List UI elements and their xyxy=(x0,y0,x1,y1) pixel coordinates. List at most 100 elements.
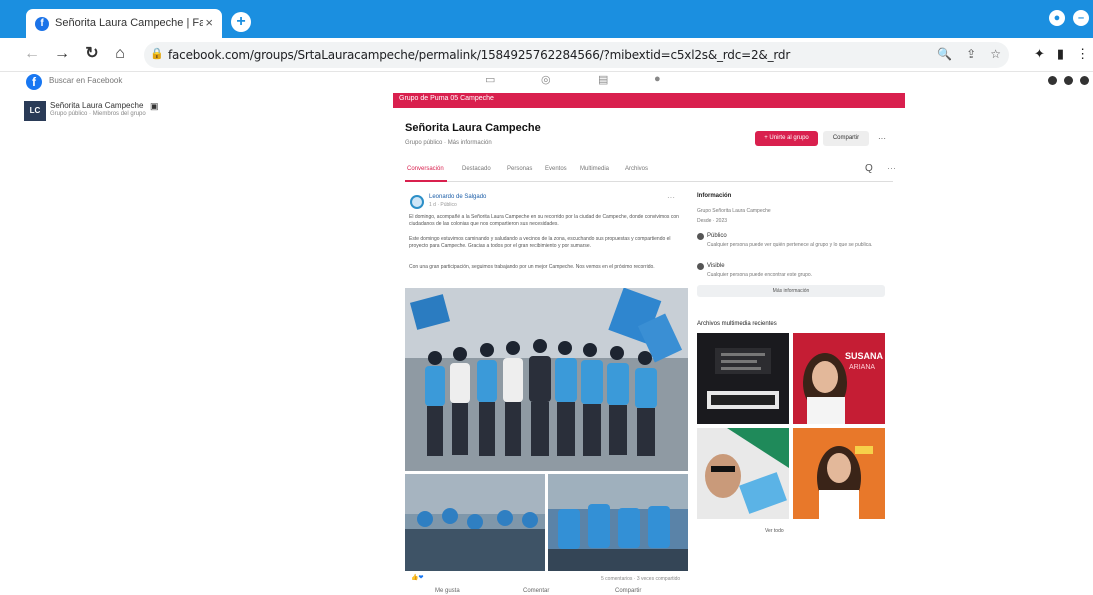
minimize-icon[interactable]: – xyxy=(1073,10,1089,26)
recent-media-title: Archivos multimedia recientes xyxy=(697,321,777,327)
media-thumb-1[interactable] xyxy=(697,333,789,424)
group-main: Grupo de Puma 05 Campeche Señorita Laura… xyxy=(393,90,905,595)
post-photo-main[interactable] xyxy=(405,288,688,471)
facebook-favicon-icon: f xyxy=(35,17,49,31)
facebook-header: f Buscar en Facebook ▭ ◎ ▤ ● xyxy=(0,72,1093,92)
apps-menu-icon[interactable] xyxy=(1048,76,1057,85)
marketplace-nav-icon[interactable]: ▤ xyxy=(598,73,608,86)
group-tabs: Conversación Destacado Personas Eventos … xyxy=(405,160,896,182)
tab-events[interactable]: Eventos xyxy=(545,166,567,172)
home-button[interactable]: ⌂ xyxy=(110,44,130,64)
poster-name-text: SUSANA xyxy=(845,351,884,361)
visible-title: Visible xyxy=(707,263,725,269)
window-controls: ● – xyxy=(1049,8,1089,28)
video-nav-icon[interactable]: ▭ xyxy=(485,73,495,86)
address-bar-icons: 🔍 ⇪ ☆ xyxy=(937,47,1001,61)
reaction-icons[interactable]: 👍❤ xyxy=(411,574,424,581)
bookmark-star-icon[interactable]: ☆ xyxy=(990,47,1001,61)
post-paragraph: Este domingo estuvimos caminando y salud… xyxy=(409,236,671,249)
tab-conversation[interactable]: Conversación xyxy=(407,166,444,172)
tab-bar: f Señorita Laura Campeche | Fa × + ● – xyxy=(0,0,1093,38)
public-title: Público xyxy=(707,233,727,239)
rally-photo xyxy=(548,474,688,571)
about-date: Desde · 2023 xyxy=(697,218,728,224)
crowd-photo xyxy=(405,288,688,471)
visible-description: Cualquier persona puede encontrar este g… xyxy=(707,272,813,278)
messenger-icon[interactable] xyxy=(1064,76,1073,85)
sidebar-icon[interactable]: ▮ xyxy=(1057,46,1064,62)
active-tab-indicator xyxy=(405,180,447,182)
reload-button[interactable]: ↻ xyxy=(82,44,102,64)
back-button[interactable]: ← xyxy=(22,44,42,64)
watch-nav-icon[interactable]: ◎ xyxy=(541,73,551,86)
group-post: Leonardo de Salgado 1 d · Público ··· El… xyxy=(405,190,688,595)
about-description: Grupo Señorita Laura Campeche xyxy=(697,208,771,214)
tab-media[interactable]: Multimedia xyxy=(580,166,609,172)
post-options-icon[interactable]: ··· xyxy=(667,193,675,202)
post-photo-3[interactable] xyxy=(548,474,688,571)
selfie-image xyxy=(697,428,789,519)
tab-files[interactable]: Archivos xyxy=(625,166,648,172)
globe-icon xyxy=(697,233,704,240)
facebook-search-input[interactable]: Buscar en Facebook xyxy=(49,76,122,85)
comment-button[interactable]: Comentar xyxy=(523,588,549,594)
zoom-icon[interactable]: 🔍 xyxy=(937,47,952,61)
group-options-icon[interactable]: ▣ xyxy=(150,101,159,112)
browser-toolbar: ← → ↻ ⌂ 🔒 facebook.com/groups/SrtaLaurac… xyxy=(0,38,1093,72)
tabs-more-icon[interactable]: ··· xyxy=(887,163,896,173)
sidebar-group-subtitle: Grupo público · Miembros del grupo xyxy=(50,111,146,117)
url-text: facebook.com/groups/SrtaLauracampeche/pe… xyxy=(168,48,791,62)
tab-title: Señorita Laura Campeche | Fa xyxy=(55,17,203,29)
post-actions: Me gusta Comentar Compartir xyxy=(405,588,688,595)
see-all-media-link[interactable]: Ver todo xyxy=(765,528,784,534)
profile-icon[interactable]: ● xyxy=(1049,10,1065,26)
group-more-button[interactable]: ··· xyxy=(875,131,889,146)
event-poster-image xyxy=(697,333,789,424)
forward-button[interactable]: → xyxy=(52,44,72,64)
post-photo-grid xyxy=(405,288,688,571)
post-paragraph: El domingo, acompañé a la Señorita Laura… xyxy=(409,214,679,227)
author-avatar[interactable] xyxy=(410,195,424,209)
lock-icon: 🔒 xyxy=(150,48,164,60)
about-title: Información xyxy=(697,193,732,199)
address-bar[interactable]: 🔒 facebook.com/groups/SrtaLauracampeche/… xyxy=(144,42,1009,68)
public-description: Cualquier persona puede ver quién perten… xyxy=(707,242,873,248)
menu-icon[interactable]: ⋮ xyxy=(1076,46,1089,62)
post-author[interactable]: Leonardo de Salgado xyxy=(429,194,486,200)
close-tab-icon[interactable]: × xyxy=(205,15,213,30)
portrait-image xyxy=(793,428,885,519)
gaming-nav-icon[interactable]: ● xyxy=(654,73,661,85)
new-tab-button[interactable]: + xyxy=(231,12,251,32)
group-cover-banner: Grupo de Puma 05 Campeche xyxy=(393,93,905,108)
extension-icons: ✦ ▮ ⋮ xyxy=(1034,46,1089,62)
share-group-button[interactable]: Compartir xyxy=(823,131,869,146)
group-search-icon[interactable]: Q xyxy=(865,163,873,174)
share-button[interactable]: Compartir xyxy=(615,588,641,594)
banner-text: Grupo de Puma 05 Campeche xyxy=(399,95,494,102)
march-photo xyxy=(405,474,545,571)
more-info-button[interactable]: Más información xyxy=(697,285,885,297)
post-timestamp[interactable]: 1 d · Público xyxy=(429,202,457,208)
join-group-button[interactable]: + Unirte al grupo xyxy=(755,131,818,146)
post-counts[interactable]: 5 comentarios · 3 veces compartido xyxy=(601,576,680,582)
group-about-sidebar: Información Grupo Señorita Laura Campech… xyxy=(697,190,887,590)
tab-featured[interactable]: Destacado xyxy=(462,166,491,172)
post-paragraph: Con una gran participación, seguimos tra… xyxy=(409,264,655,270)
group-meta: Grupo público · Más información xyxy=(405,140,492,146)
share-icon[interactable]: ⇪ xyxy=(966,47,976,61)
facebook-logo-icon[interactable]: f xyxy=(26,74,42,90)
media-thumb-2[interactable]: SUSANA ARIANA xyxy=(793,333,885,424)
post-photo-2[interactable] xyxy=(405,474,545,571)
media-thumb-4[interactable] xyxy=(793,428,885,519)
group-avatar: LC xyxy=(24,101,46,121)
sidebar-group-item[interactable]: LC Señorita Laura Campeche Grupo público… xyxy=(24,101,169,123)
browser-tab[interactable]: f Señorita Laura Campeche | Fa × xyxy=(26,9,222,38)
notifications-icon[interactable] xyxy=(1080,76,1089,85)
extension-puzzle-icon[interactable]: ✦ xyxy=(1034,46,1045,62)
media-thumb-3[interactable] xyxy=(697,428,789,519)
group-title[interactable]: Señorita Laura Campeche xyxy=(405,122,541,134)
sidebar-group-name: Señorita Laura Campeche xyxy=(50,101,144,110)
like-button[interactable]: Me gusta xyxy=(435,588,460,594)
tab-people[interactable]: Personas xyxy=(507,166,532,172)
browser-window: f Señorita Laura Campeche | Fa × + ● – ←… xyxy=(0,0,1093,595)
